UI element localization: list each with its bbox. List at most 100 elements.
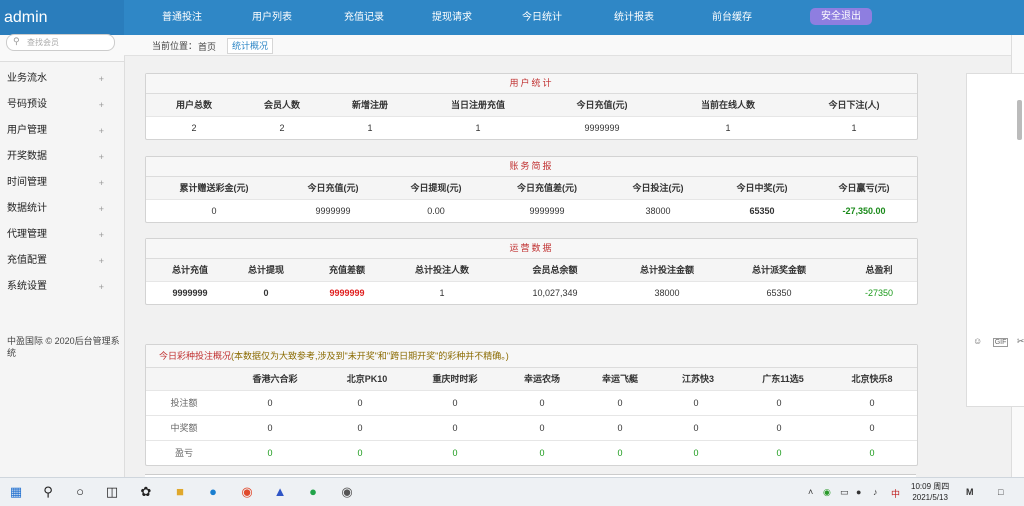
edge-icon[interactable]: ● <box>209 478 217 506</box>
breadcrumb-label: 当前位置： <box>152 41 198 51</box>
cell: 0 <box>539 448 545 458</box>
panel-title: 运营数据 <box>146 239 917 259</box>
scissors-icon[interactable]: ✂ <box>1017 336 1024 346</box>
notification-icon[interactable]: □ <box>998 487 1003 497</box>
cell: 0 <box>539 398 545 408</box>
clock-date: 2021/5/13 <box>912 493 948 502</box>
column-header: 北京PK10 <box>346 374 388 384</box>
ime-icon[interactable]: M <box>966 487 974 497</box>
logout-button[interactable]: 安全退出 <box>810 8 872 25</box>
column-header: 总计投注金额 <box>639 265 695 275</box>
cell: 10,027,349 <box>532 288 578 298</box>
expand-icon[interactable]: + <box>99 92 104 118</box>
network-icon[interactable]: ● <box>856 487 861 497</box>
wechat-icon[interactable]: ● <box>309 478 317 506</box>
table-row: 2 2 1 1 9999999 1 1 <box>146 117 917 139</box>
column-header: 北京快乐8 <box>851 374 893 384</box>
row-label: 投注额 <box>170 398 198 408</box>
nav-item-normal-bet[interactable]: 普通投注 <box>162 0 202 35</box>
cell: 0 <box>539 423 545 433</box>
sidebar-item-label: 号码预设 <box>7 99 47 110</box>
cell: 9999999 <box>584 123 620 133</box>
cell: 0 <box>211 206 217 216</box>
column-header: 总计投注人数 <box>414 265 470 275</box>
cell: 0.00 <box>427 206 445 216</box>
expand-icon[interactable]: + <box>99 66 104 92</box>
breadcrumb-home[interactable]: 首页 <box>198 40 216 53</box>
sidebar-item-data-stats[interactable]: 数据统计 + <box>0 196 124 222</box>
expand-icon[interactable]: + <box>99 144 104 170</box>
nav-item-user-list[interactable]: 用户列表 <box>252 0 292 35</box>
search-icon[interactable]: ⚲ <box>43 478 53 506</box>
search-input[interactable]: 查找会员 <box>27 37 59 48</box>
user-stats-panel: 用户统计 用户总数 会员人数 新增注册 当日注册充值 今日充值(元) 当前在线人… <box>145 73 918 140</box>
sidebar-item-number-preset[interactable]: 号码预设 + <box>0 92 124 118</box>
nav-item-recharge-records[interactable]: 充值记录 <box>344 0 384 35</box>
table-header: 香港六合彩 北京PK10 重庆时时彩 幸运农场 幸运飞艇 江苏快3 广东11选5… <box>146 368 917 391</box>
operations-panel: 运营数据 总计充值 总计提现 充值差额 总计投注人数 会员总余额 总计投注金额 … <box>145 238 918 305</box>
sidebar-item-label: 数据统计 <box>7 203 47 214</box>
cell: 2 <box>279 123 285 133</box>
sidebar-item-user-management[interactable]: 用户管理 + <box>0 118 124 144</box>
expand-icon[interactable]: + <box>99 274 104 300</box>
tray-lang-icon[interactable]: 中 <box>891 487 900 500</box>
cell: 38000 <box>645 206 671 216</box>
cell: 38000 <box>654 288 680 298</box>
gif-icon[interactable]: GIF <box>992 338 1009 347</box>
column-header: 当前在线人数 <box>700 100 756 110</box>
column-header: 总计充值 <box>171 265 209 275</box>
sidebar-item-business-flow[interactable]: 业务流水 + <box>0 66 124 92</box>
cell: 9999999 <box>315 206 351 216</box>
sidebar-menu: 业务流水 + 号码预设 + 用户管理 + 开奖数据 + 时间管理 + 数据统计 + 代理管理… <box>0 66 124 300</box>
copyright: 中盈国际 © 2020后台管理系统 <box>7 336 120 358</box>
column-header: 今日中奖(元) <box>736 183 788 193</box>
expand-icon[interactable]: + <box>99 118 104 144</box>
nav-item-today-stats[interactable]: 今日统计 <box>522 0 562 35</box>
sidebar-item-agent-management[interactable]: 代理管理 + <box>0 222 124 248</box>
expand-icon[interactable]: + <box>99 222 104 248</box>
emoji-icon[interactable]: ☺ <box>973 336 982 346</box>
panel-title-text: 今日彩种投注概况 <box>159 351 232 361</box>
side-chat-panel: ☺ GIF ✂ <box>966 73 1024 407</box>
nav-item-frontend-cache[interactable]: 前台缓存 <box>712 0 752 35</box>
cell: 1 <box>475 123 481 133</box>
sidebar-item-time-management[interactable]: 时间管理 + <box>0 170 124 196</box>
cell: 0 <box>452 423 458 433</box>
top-bar: admin 普通投注 用户列表 充值记录 提现请求 今日统计 统计报表 前台缓存… <box>0 0 1024 35</box>
battery-icon[interactable]: ▭ <box>840 487 849 498</box>
breadcrumb-current[interactable]: 统计概况 <box>227 38 274 54</box>
cortana-icon[interactable]: ○ <box>76 478 84 506</box>
sidebar-item-label: 业务流水 <box>7 73 47 84</box>
app-icon[interactable]: ▲ <box>274 478 287 506</box>
panel-scrollbar[interactable] <box>1017 100 1022 140</box>
sidebar-item-system-settings[interactable]: 系统设置 + <box>0 274 124 300</box>
task-view-icon[interactable]: ◫ <box>106 478 118 506</box>
breadcrumb: 当前位置： 首页 统计概况 <box>124 35 1011 56</box>
volume-icon[interactable]: ♪ <box>873 487 878 497</box>
expand-icon[interactable]: + <box>99 170 104 196</box>
expand-icon[interactable]: + <box>99 248 104 274</box>
nav-item-withdraw-requests[interactable]: 提现请求 <box>432 0 472 35</box>
app-icon[interactable]: ◉ <box>341 478 352 506</box>
member-search[interactable]: ⚲ 查找会员 <box>6 34 115 51</box>
expand-icon[interactable]: + <box>99 196 104 222</box>
cell: 0 <box>357 448 363 458</box>
chevron-up-icon[interactable]: ˄ <box>808 487 813 497</box>
chrome-icon[interactable]: ◉ <box>241 478 252 506</box>
column-header: 累计赠送彩金(元) <box>179 183 249 193</box>
sidebar-item-recharge-config[interactable]: 充值配置 + <box>0 248 124 274</box>
cell: 0 <box>263 288 269 298</box>
app-icon[interactable]: ✿ <box>141 478 152 506</box>
cell: 65350 <box>749 206 775 216</box>
file-explorer-icon[interactable]: ■ <box>176 478 184 506</box>
nav-item-stat-reports[interactable]: 统计报表 <box>614 0 654 35</box>
tray-app-icon[interactable]: ◉ <box>823 487 831 498</box>
table-row: 9999999 0 9999999 1 10,027,349 38000 653… <box>146 282 917 304</box>
windows-start-icon[interactable]: ▦ <box>10 478 22 506</box>
sidebar-item-draw-data[interactable]: 开奖数据 + <box>0 144 124 170</box>
column-header: 充值差额 <box>328 265 366 275</box>
column-header: 今日提现(元) <box>410 183 462 193</box>
column-header: 今日下注(人) <box>828 100 880 110</box>
column-header: 今日充值(元) <box>576 100 628 110</box>
clock[interactable]: 10:09 周四 2021/5/13 <box>911 481 949 503</box>
